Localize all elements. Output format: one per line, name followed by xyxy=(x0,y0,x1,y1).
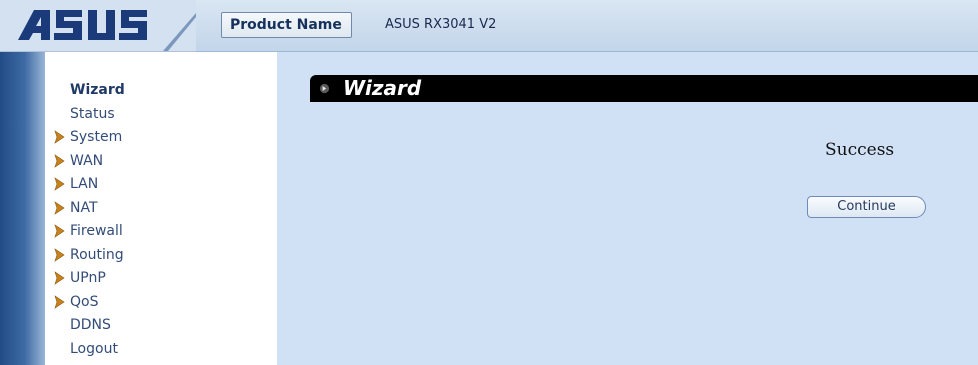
sidebar-menu: Wizard Status System WAN LAN NAT Firewall Routi… xyxy=(45,52,277,365)
status-message: Success xyxy=(825,140,895,160)
continue-button[interactable]: Continue xyxy=(807,196,926,218)
sidebar-item-label: Routing xyxy=(70,247,124,263)
expand-arrow-icon xyxy=(54,130,65,144)
sidebar-item-label: UPnP xyxy=(70,270,106,286)
sidebar-item-ddns[interactable]: DDNS xyxy=(70,314,111,336)
sidebar-item-firewall[interactable]: Firewall xyxy=(54,220,123,242)
expand-arrow-icon xyxy=(54,224,65,238)
sidebar-item-upnp[interactable]: UPnP xyxy=(54,267,106,289)
sidebar-item-label: NAT xyxy=(70,200,98,216)
section-title-bar: Wizard xyxy=(310,75,978,102)
sidebar-item-label: Firewall xyxy=(70,223,123,239)
sidebar-item-label: Status xyxy=(70,106,115,122)
asus-logo xyxy=(18,10,196,51)
sidebar-item-logout[interactable]: Logout xyxy=(70,338,118,360)
sidebar-item-routing[interactable]: Routing xyxy=(54,244,124,266)
sidebar-item-label: System xyxy=(70,129,123,145)
expand-arrow-icon xyxy=(54,201,65,215)
sidebar-item-label: DDNS xyxy=(70,317,111,333)
expand-arrow-icon xyxy=(54,248,65,262)
sidebar-item-label: WAN xyxy=(70,153,104,169)
expand-arrow-icon xyxy=(54,154,65,168)
sidebar-item-lan[interactable]: LAN xyxy=(54,173,99,195)
sidebar-item-system[interactable]: System xyxy=(54,126,123,148)
sidebar-item-label: Wizard xyxy=(70,82,125,98)
expand-arrow-icon xyxy=(54,177,65,191)
product-name-value: ASUS RX3041 V2 xyxy=(385,17,497,32)
logo-area xyxy=(0,0,196,52)
sidebar-item-label: LAN xyxy=(70,176,99,192)
bullet-arrow-icon xyxy=(319,83,330,94)
router-admin-page: Product Name ASUS RX3041 V2 Wizard Status… xyxy=(0,0,978,365)
sidebar-item-label: QoS xyxy=(70,294,99,310)
expand-arrow-icon xyxy=(54,295,65,309)
sidebar-item-status[interactable]: Status xyxy=(70,103,115,125)
left-decorative-stripe xyxy=(0,52,45,365)
expand-arrow-icon xyxy=(54,271,65,285)
sidebar-item-label: Logout xyxy=(70,341,118,357)
sidebar-item-qos[interactable]: QoS xyxy=(54,291,99,313)
product-name-label: Product Name xyxy=(221,12,352,38)
main-content: Wizard Success Continue xyxy=(277,52,978,365)
section-title: Wizard xyxy=(343,76,422,100)
sidebar-item-wan[interactable]: WAN xyxy=(54,150,104,172)
sidebar-item-wizard[interactable]: Wizard xyxy=(70,79,125,101)
sidebar-item-nat[interactable]: NAT xyxy=(54,197,98,219)
